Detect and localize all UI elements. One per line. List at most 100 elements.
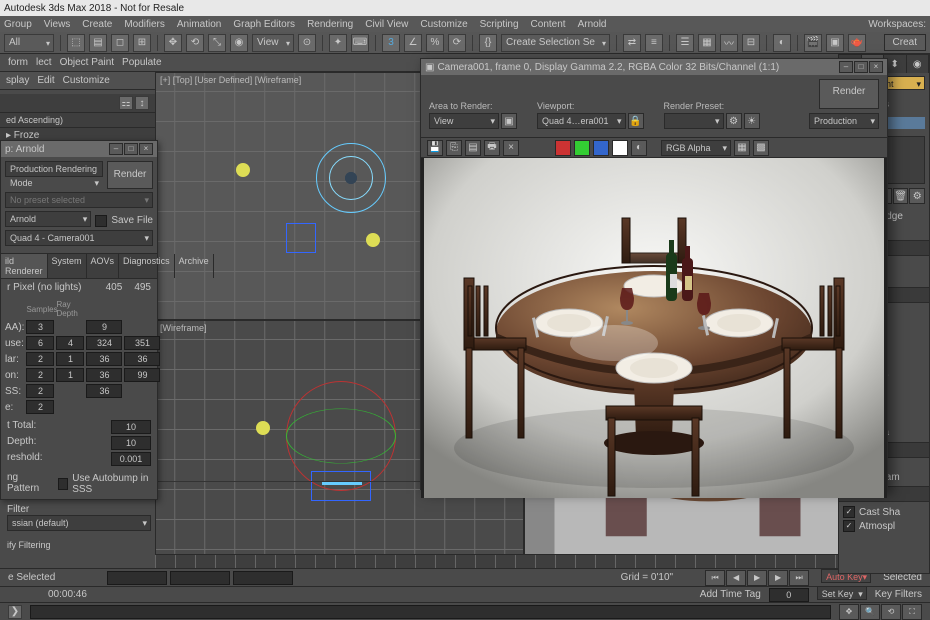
rf-production-sel[interactable]: Production bbox=[809, 113, 879, 129]
menu-customize[interactable]: Customize bbox=[420, 19, 467, 30]
se-tab-display[interactable]: splay bbox=[6, 75, 29, 86]
ribbon-form[interactable]: form bbox=[8, 57, 28, 68]
menu-arnold[interactable]: Arnold bbox=[578, 19, 607, 30]
rs-preset[interactable]: No preset selected bbox=[5, 192, 153, 208]
rs-vol-s[interactable]: 2 bbox=[26, 400, 54, 414]
se-tab-customize[interactable]: Customize bbox=[63, 75, 110, 86]
vp-left-label[interactable]: [Wireframe] bbox=[160, 323, 207, 333]
maxscript-input[interactable] bbox=[30, 605, 831, 619]
rs-thresh-v[interactable]: 0.001 bbox=[111, 452, 151, 466]
se-filter-icon[interactable]: ⚏ bbox=[119, 96, 133, 110]
rs-depth-v[interactable]: 10 bbox=[111, 436, 151, 450]
keyfilters-button[interactable]: Key Filters bbox=[875, 589, 922, 600]
snap-icon[interactable]: 3 bbox=[382, 34, 400, 52]
percent-snap-icon[interactable]: % bbox=[426, 34, 444, 52]
cmd-tab-motion-icon[interactable]: ◉ bbox=[907, 55, 930, 73]
align-icon[interactable]: ≡ bbox=[645, 34, 663, 52]
ribbon-select[interactable]: lect bbox=[36, 57, 52, 68]
rf-channel-sel[interactable]: RGB Alpha bbox=[661, 140, 731, 156]
rf-red-channel-icon[interactable] bbox=[555, 140, 571, 156]
menu-create[interactable]: Create bbox=[82, 19, 112, 30]
add-time-tag[interactable]: Add Time Tag bbox=[700, 589, 761, 600]
rf-lock-icon[interactable]: 🔒 bbox=[628, 113, 644, 129]
rendered-frame-window[interactable]: ▣Camera001, frame 0, Display Gamma 2.2, … bbox=[420, 58, 888, 490]
rs-sss-s[interactable]: 2 bbox=[26, 384, 54, 398]
rf-region-icon[interactable]: ▣ bbox=[501, 113, 517, 129]
se-sort-icon[interactable]: ↕ bbox=[135, 96, 149, 110]
edit-selection-set-icon[interactable]: {} bbox=[479, 34, 497, 52]
nav-orbit-icon[interactable]: ⟲ bbox=[881, 604, 901, 620]
move-icon[interactable]: ✥ bbox=[164, 34, 182, 52]
angle-snap-icon[interactable]: ∠ bbox=[404, 34, 422, 52]
spinner-snap-icon[interactable]: ⟳ bbox=[448, 34, 466, 52]
se-tab-edit[interactable]: Edit bbox=[37, 75, 54, 86]
nav-max-icon[interactable]: ⛶ bbox=[902, 604, 922, 620]
rs-tab-diag[interactable]: Diagnostics bbox=[119, 254, 175, 278]
rs-aa-samples[interactable]: 3 bbox=[26, 320, 54, 334]
workspace-label[interactable]: Workspaces: bbox=[868, 19, 926, 30]
ribbon-populate[interactable]: Populate bbox=[122, 57, 161, 68]
render-setup-dialog[interactable]: p: Arnold – □ × Production Rendering Mod… bbox=[0, 140, 158, 500]
rs-tr-s[interactable]: 2 bbox=[26, 368, 54, 382]
render-production-icon[interactable]: 🫖 bbox=[848, 34, 866, 52]
goto-start-icon[interactable]: ⏮ bbox=[705, 570, 725, 586]
rs-tab-archive[interactable]: Archive bbox=[175, 254, 214, 278]
rs-spec-s[interactable]: 2 bbox=[26, 352, 54, 366]
rf-render-button[interactable]: Render bbox=[819, 79, 879, 109]
rf-save-icon[interactable]: 💾 bbox=[427, 140, 443, 156]
current-frame[interactable]: 0 bbox=[769, 588, 809, 602]
menu-animation[interactable]: Animation bbox=[177, 19, 221, 30]
rs-filter-drop[interactable]: ssian (default) bbox=[7, 515, 151, 531]
placement-icon[interactable]: ◉ bbox=[230, 34, 248, 52]
menu-civilview[interactable]: Civil View bbox=[365, 19, 408, 30]
rs-min-icon[interactable]: – bbox=[109, 143, 123, 155]
manipulate-icon[interactable]: ✦ bbox=[329, 34, 347, 52]
rotate-icon[interactable]: ⟲ bbox=[186, 34, 204, 52]
status-x[interactable] bbox=[107, 571, 167, 585]
prev-frame-icon[interactable]: ◀ bbox=[726, 570, 746, 586]
rf-green-channel-icon[interactable] bbox=[574, 140, 590, 156]
next-frame-icon[interactable]: ▶ bbox=[768, 570, 788, 586]
material-editor-icon[interactable]: ◐ bbox=[773, 34, 791, 52]
nav-pan-icon[interactable]: ✥ bbox=[839, 604, 859, 620]
cmd-castshadow[interactable]: Cast Sha bbox=[843, 505, 925, 519]
rf-toggle2-icon[interactable]: ▩ bbox=[753, 140, 769, 156]
curve-editor-icon[interactable]: 〰 bbox=[720, 34, 738, 52]
ribbon-objectpaint[interactable]: Object Paint bbox=[60, 57, 114, 68]
rendered-frame-icon[interactable]: ▣ bbox=[826, 34, 844, 52]
rf-min-icon[interactable]: – bbox=[839, 61, 853, 73]
rf-mono-icon[interactable]: ◐ bbox=[631, 140, 647, 156]
window-crossing-icon[interactable]: ⊞ bbox=[133, 34, 151, 52]
render-setup-icon[interactable]: 🎬 bbox=[804, 34, 822, 52]
rf-copy-icon[interactable]: ⎘ bbox=[446, 140, 462, 156]
rs-render-button[interactable]: Render bbox=[107, 161, 153, 189]
menu-modifiers[interactable]: Modifiers bbox=[124, 19, 165, 30]
rf-clone-icon[interactable]: ▤ bbox=[465, 140, 481, 156]
cmd-atmos[interactable]: Atmospl bbox=[843, 519, 925, 533]
layer-icon[interactable]: ☰ bbox=[676, 34, 694, 52]
cmd-config-icon[interactable]: ⚙ bbox=[909, 188, 925, 204]
selection-filter[interactable]: All bbox=[4, 34, 54, 52]
menu-group[interactable]: Group bbox=[4, 19, 32, 30]
cmd-remove-icon[interactable]: 🗑 bbox=[893, 188, 909, 204]
play-icon[interactable]: ▶ bbox=[747, 570, 767, 586]
rs-dif-d[interactable]: 4 bbox=[56, 336, 84, 350]
scene-explorer-icon[interactable]: ▦ bbox=[698, 34, 716, 52]
create-button[interactable]: Creat bbox=[884, 34, 926, 51]
rs-tr-d[interactable]: 1 bbox=[56, 368, 84, 382]
menu-rendering[interactable]: Rendering bbox=[307, 19, 353, 30]
select-rect-icon[interactable]: ◻ bbox=[111, 34, 129, 52]
rs-autobump-check[interactable]: Use Autobump in SSS bbox=[58, 472, 151, 496]
pivot-icon[interactable]: ⊙ bbox=[298, 34, 316, 52]
rf-blue-channel-icon[interactable] bbox=[593, 140, 609, 156]
setkey-button[interactable]: Set Key bbox=[817, 586, 867, 600]
timeline[interactable] bbox=[155, 554, 892, 568]
rs-dif-s[interactable]: 6 bbox=[26, 336, 54, 350]
mirror-icon[interactable]: ⇄ bbox=[623, 34, 641, 52]
rf-close-icon[interactable]: × bbox=[869, 61, 883, 73]
menu-grapheditors[interactable]: Graph Editors bbox=[233, 19, 295, 30]
keyboard-shortcut-icon[interactable]: ⌨ bbox=[351, 34, 369, 52]
status-z[interactable] bbox=[233, 571, 293, 585]
rs-spec-d[interactable]: 1 bbox=[56, 352, 84, 366]
schematic-icon[interactable]: ⊟ bbox=[742, 34, 760, 52]
